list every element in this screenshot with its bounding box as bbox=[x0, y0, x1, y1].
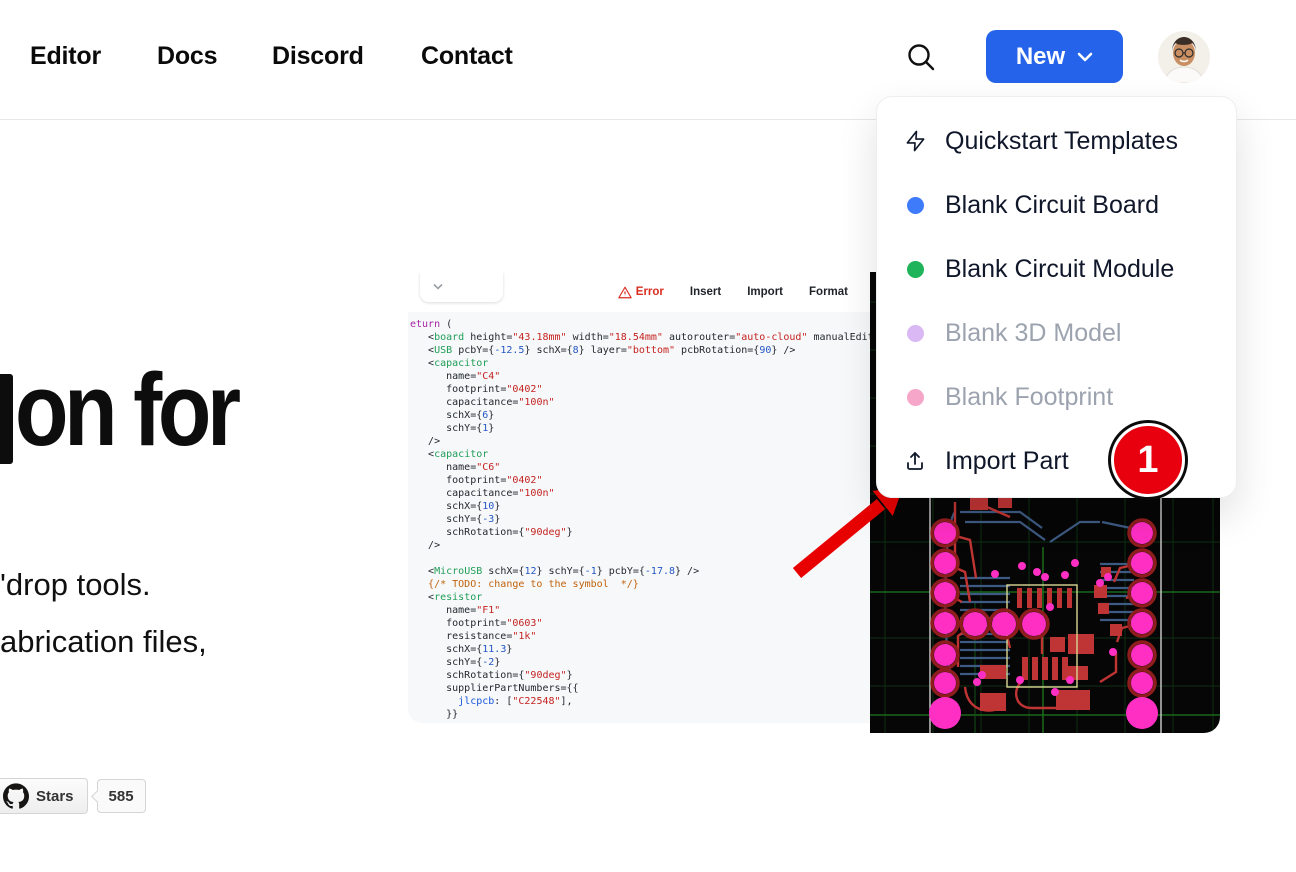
menu-item-blank-footprint: Blank Footprint bbox=[877, 365, 1236, 429]
chevron-down-icon bbox=[432, 283, 444, 291]
error-button: Error bbox=[618, 286, 664, 299]
code-line: schX={11.3} bbox=[410, 643, 870, 656]
code-line: footprint="0603" bbox=[410, 617, 870, 630]
menu-item-blank-3d-model: Blank 3D Model bbox=[877, 301, 1236, 365]
code-line: capacitance="100n" bbox=[410, 487, 870, 500]
code-line: schY={-3} bbox=[410, 513, 870, 526]
avatar[interactable] bbox=[1158, 31, 1210, 83]
search-icon[interactable] bbox=[905, 41, 937, 73]
dot-icon bbox=[902, 389, 928, 406]
menu-item-quickstart-templates[interactable]: Quickstart Templates bbox=[877, 109, 1236, 173]
code-line: name="C4" bbox=[410, 370, 870, 383]
warning-icon bbox=[618, 286, 632, 299]
dot-icon bbox=[902, 197, 928, 214]
menu-item-label: Blank Circuit Module bbox=[945, 255, 1174, 284]
github-stars-label: Stars bbox=[36, 788, 74, 805]
code-line bbox=[410, 552, 870, 565]
code-line: resistance="1k" bbox=[410, 630, 870, 643]
chevron-down-icon bbox=[1077, 52, 1093, 62]
nav-link-discord[interactable]: Discord bbox=[272, 42, 364, 71]
github-stars-count[interactable]: 585 bbox=[97, 779, 146, 813]
code-line: <USB pcbY={-12.5} schX={8} layer="bottom… bbox=[410, 344, 870, 357]
paragraph-line: abrication files, bbox=[0, 613, 207, 670]
code-line: schY={-2} bbox=[410, 656, 870, 669]
paragraph-line: 'drop tools. bbox=[0, 556, 207, 613]
menu-item-label: Import Part bbox=[945, 447, 1069, 476]
menu-item-label: Quickstart Templates bbox=[945, 127, 1178, 156]
code-line: schRotation={"90deg"} bbox=[410, 526, 870, 539]
code-line: schX={10} bbox=[410, 500, 870, 513]
code-line: }} bbox=[410, 708, 870, 721]
code-line: jlcpcb: ["C22548"], bbox=[410, 695, 870, 708]
code-line: <capacitor bbox=[410, 448, 870, 461]
code-line: schX={6} bbox=[410, 409, 870, 422]
code-line: <capacitor bbox=[410, 357, 870, 370]
github-stars-button[interactable]: Stars bbox=[0, 778, 88, 814]
code-line: schY={1} bbox=[410, 422, 870, 435]
code-editor-screenshot: Error Insert Import Format eturn ( <boar… bbox=[408, 272, 870, 733]
upload-icon bbox=[902, 449, 928, 473]
code-lines: eturn ( <board height="43.18mm" width="1… bbox=[408, 312, 870, 723]
page-paragraph: 'drop tools. abrication files, bbox=[0, 556, 207, 670]
dot-icon bbox=[902, 325, 928, 342]
github-icon bbox=[3, 783, 29, 809]
menu-item-label: Blank 3D Model bbox=[945, 319, 1121, 348]
code-line: footprint="0402" bbox=[410, 474, 870, 487]
new-button-label: New bbox=[1016, 43, 1065, 71]
code-line: <board height="43.18mm" width="18.54mm" … bbox=[410, 331, 870, 344]
code-line: <MicroUSB schX={12} schY={-1} pcbY={-17.… bbox=[410, 565, 870, 578]
lightning-icon bbox=[902, 129, 928, 153]
github-stars-widget: Stars 585 bbox=[0, 778, 146, 814]
menu-item-label: Blank Footprint bbox=[945, 383, 1113, 412]
nav-link-editor[interactable]: Editor bbox=[30, 42, 101, 71]
annotation-badge: 1 bbox=[1111, 423, 1185, 497]
error-label: Error bbox=[636, 286, 664, 298]
insert-button: Insert bbox=[690, 286, 721, 298]
menu-item-blank-circuit-module[interactable]: Blank Circuit Module bbox=[877, 237, 1236, 301]
format-button: Format bbox=[809, 286, 848, 298]
code-line: <resistor bbox=[410, 591, 870, 604]
dropdown-menu-items: Quickstart Templates Blank Circuit Board B… bbox=[877, 109, 1236, 493]
code-line: supplierPartNumbers={{ bbox=[410, 682, 870, 695]
code-line: footprint="0402" bbox=[410, 383, 870, 396]
heading-partial-glyph bbox=[0, 374, 13, 464]
page: Editor Docs Discord Contact New on for '… bbox=[0, 0, 1296, 872]
code-line: eturn ( bbox=[410, 318, 870, 331]
code-line: /> bbox=[410, 435, 870, 448]
import-button: Import bbox=[747, 286, 783, 298]
code-line: {/* TODO: change to the symbol */} bbox=[410, 578, 870, 591]
nav-link-contact[interactable]: Contact bbox=[421, 42, 513, 71]
new-dropdown-menu: Quickstart Templates Blank Circuit Board B… bbox=[876, 96, 1237, 498]
code-line: name="F1" bbox=[410, 604, 870, 617]
code-line: /> bbox=[410, 539, 870, 552]
page-heading: on for bbox=[15, 356, 237, 464]
menu-item-label: Blank Circuit Board bbox=[945, 191, 1159, 220]
dot-icon bbox=[902, 261, 928, 278]
code-line: name="C6" bbox=[410, 461, 870, 474]
editor-collapse-tab bbox=[420, 272, 503, 302]
new-button[interactable]: New bbox=[986, 30, 1123, 83]
menu-item-blank-circuit-board[interactable]: Blank Circuit Board bbox=[877, 173, 1236, 237]
nav-link-docs[interactable]: Docs bbox=[157, 42, 217, 71]
code-line: schRotation={"90deg"} bbox=[410, 669, 870, 682]
code-line: capacitance="100n" bbox=[410, 396, 870, 409]
